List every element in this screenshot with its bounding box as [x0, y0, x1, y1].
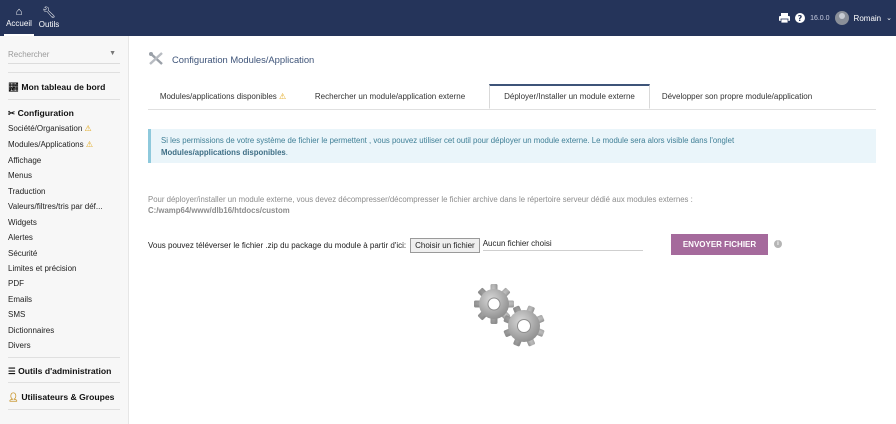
- upload-label: Vous pouvez téléverser le fichier .zip d…: [148, 240, 407, 250]
- home-icon: ⌂: [15, 6, 23, 18]
- menu-dashboard-label: Mon tableau de bord: [21, 82, 106, 92]
- sidebar-item-label: Modules/Applications: [8, 140, 84, 149]
- user-name[interactable]: Romain: [854, 14, 882, 23]
- main-content: Configuration Modules/Application Module…: [128, 36, 896, 424]
- nav-home-label: Accueil: [6, 19, 32, 28]
- tab-available-modules[interactable]: Modules/applications disponibles ⚠: [148, 84, 298, 109]
- info-box: Si les permissions de votre système de f…: [148, 129, 876, 163]
- deploy-text: Pour déployer/installer un module extern…: [148, 195, 693, 204]
- sidebar: Rechercher ▼ 📈︎ Mon tableau de bord ✂︎ C…: [0, 36, 129, 424]
- tab-deploy-external[interactable]: Déployer/Installer un module externe: [489, 84, 650, 109]
- sidebar-item-default-values[interactable]: Valeurs/filtres/tris par déf...: [8, 202, 103, 211]
- info-icon[interactable]: i: [774, 240, 782, 248]
- warning-icon: ⚠: [85, 140, 94, 149]
- send-file-button[interactable]: ENVOYER FICHIER: [671, 234, 768, 255]
- printer-icon[interactable]: [779, 13, 791, 23]
- divider: [8, 409, 120, 410]
- menu-dashboard[interactable]: 📈︎ Mon tableau de bord: [8, 82, 105, 93]
- divider: [8, 99, 120, 100]
- sidebar-item-emails[interactable]: Emails: [8, 295, 32, 304]
- tools-icon: [149, 52, 163, 65]
- sidebar-item-translation[interactable]: Traduction: [8, 187, 46, 196]
- warning-icon: ⚠: [84, 124, 92, 133]
- page-title-text: Configuration Modules/Application: [172, 53, 315, 65]
- wrench-icon: 🔧︎: [42, 7, 56, 19]
- sidebar-item-menus[interactable]: Menus: [8, 171, 32, 180]
- page-title: Configuration Modules/Application: [148, 52, 314, 66]
- no-file-text: Aucun fichier choisi: [482, 239, 643, 251]
- deploy-instructions: Pour déployer/installer un module extern…: [148, 194, 693, 216]
- menu-users-groups-label: Utilisateurs & Groupes: [21, 392, 115, 402]
- info-text: Si les permissions de votre système de f…: [161, 136, 735, 145]
- menu-configuration[interactable]: ✂︎ Configuration: [8, 108, 74, 119]
- chevron-down-icon[interactable]: ⌄: [886, 14, 892, 22]
- gears-icon: [474, 284, 545, 347]
- tab-develop-own[interactable]: Développer son propre module/application: [653, 84, 821, 109]
- search-placeholder: Rechercher: [8, 50, 50, 59]
- top-bar: ⌂ Accueil 🔧︎ Outils ? 16.0.0 Romain ⌄: [0, 0, 896, 36]
- deploy-path: C:/wamp64/www/dlb16/htdocs/custom: [148, 206, 290, 215]
- info-link-text: Modules/applications disponibles: [161, 148, 286, 157]
- dropdown-caret-icon[interactable]: ▼: [109, 50, 116, 57]
- nav-tools[interactable]: 🔧︎ Outils: [36, 0, 62, 36]
- divider: [8, 72, 120, 73]
- sidebar-item-display[interactable]: Affichage: [8, 156, 41, 165]
- sidebar-item-pdf[interactable]: PDF: [8, 279, 24, 288]
- nav-home[interactable]: ⌂ Accueil: [4, 0, 34, 36]
- tab-label: Modules/applications disponibles: [159, 92, 277, 101]
- version-label: 16.0.0: [810, 14, 830, 22]
- top-right-area: ? 16.0.0 Romain ⌄: [779, 0, 892, 36]
- info-suffix: .: [285, 148, 288, 157]
- menu-admin-tools-label: Outils d'administration: [18, 366, 112, 376]
- svg-text:?: ?: [798, 14, 803, 23]
- nav-tools-label: Outils: [38, 20, 60, 29]
- sidebar-item-security[interactable]: Sécurité: [8, 249, 37, 258]
- divider: [8, 382, 120, 383]
- help-icon[interactable]: ?: [795, 13, 806, 23]
- tools-icon: ✂︎: [8, 108, 16, 118]
- user-icon: 👤︎: [8, 392, 19, 402]
- menu-configuration-label: Configuration: [17, 108, 74, 118]
- chart-icon: 📈︎: [8, 82, 19, 92]
- sidebar-item-company[interactable]: Société/Organisation ⚠: [8, 124, 92, 133]
- warning-icon: ⚠: [279, 92, 287, 101]
- menu-admin-tools[interactable]: ☰ Outils d'administration: [8, 366, 111, 377]
- sidebar-item-misc[interactable]: Divers: [8, 341, 31, 350]
- sidebar-item-label: Société/Organisation: [8, 124, 83, 133]
- admin-tools-icon: ☰: [8, 366, 16, 376]
- tab-bar: Modules/applications disponibles ⚠ Reche…: [148, 84, 876, 110]
- sidebar-item-dictionaries[interactable]: Dictionnaires: [8, 326, 54, 335]
- menu-users-groups[interactable]: 👤︎ Utilisateurs & Groupes: [8, 392, 114, 403]
- sidebar-item-alerts[interactable]: Alertes: [8, 233, 33, 242]
- choose-file-button[interactable]: Choisir un fichier: [410, 237, 480, 253]
- sidebar-item-modules[interactable]: Modules/Applications ⚠: [8, 140, 93, 149]
- sidebar-item-limits[interactable]: Limites et précision: [8, 264, 76, 273]
- avatar[interactable]: [834, 11, 849, 25]
- sidebar-item-sms[interactable]: SMS: [8, 310, 25, 319]
- divider: [8, 357, 120, 358]
- search-input[interactable]: Rechercher ▼: [8, 50, 120, 64]
- info-text-line2: Modules/applications disponibles.: [161, 147, 866, 159]
- sidebar-item-widgets[interactable]: Widgets: [8, 218, 37, 227]
- tab-search-external[interactable]: Rechercher un module/application externe: [304, 84, 476, 109]
